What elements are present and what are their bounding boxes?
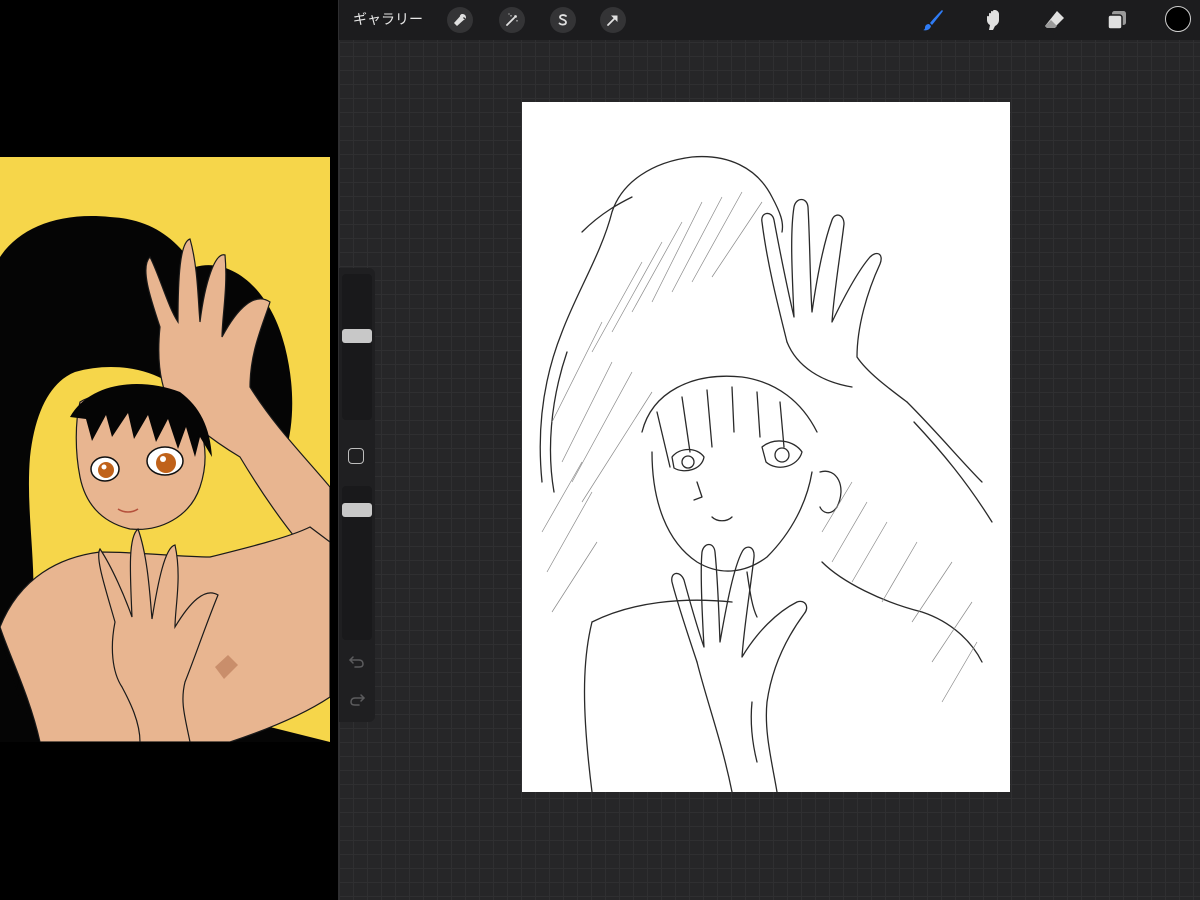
arrow-cursor-icon [606, 13, 620, 27]
top-toolbar: ギャラリー [339, 0, 1200, 40]
redo-button[interactable] [347, 692, 367, 708]
brush-icon [921, 8, 945, 32]
undo-icon [347, 655, 367, 674]
pencil-sketch-drawing [539, 155, 993, 792]
brush-size-slider[interactable] [342, 274, 372, 420]
layers-button[interactable] [1103, 6, 1131, 34]
actions-button[interactable] [447, 7, 473, 33]
layers-icon [1105, 8, 1129, 32]
gallery-button[interactable]: ギャラリー [353, 10, 423, 30]
reference-artwork-image [0, 157, 330, 742]
undo-button[interactable] [347, 654, 367, 670]
redo-icon [347, 693, 367, 712]
sidebar [339, 268, 375, 722]
selection-button[interactable] [550, 7, 576, 33]
magic-wand-icon [505, 13, 519, 27]
procreate-app: ギャラリー [339, 0, 1200, 900]
smudge-tool-button[interactable] [979, 6, 1007, 34]
selection-s-icon [556, 13, 570, 27]
adjustments-button[interactable] [499, 7, 525, 33]
eraser-tool-button[interactable] [1041, 6, 1069, 34]
wrench-icon [453, 13, 467, 27]
color-picker-button[interactable] [1165, 6, 1191, 32]
drawing-canvas[interactable] [522, 102, 1010, 792]
reference-image-pane [0, 0, 338, 900]
reference-artwork-illustration [0, 157, 330, 742]
brush-size-slider-thumb[interactable] [342, 329, 372, 344]
eraser-icon [1043, 8, 1067, 32]
smudge-finger-icon [981, 8, 1005, 32]
square-modifier-icon[interactable] [348, 448, 364, 464]
brush-opacity-slider-thumb[interactable] [342, 502, 372, 517]
transform-button[interactable] [600, 7, 626, 33]
brush-tool-button[interactable] [919, 6, 947, 34]
